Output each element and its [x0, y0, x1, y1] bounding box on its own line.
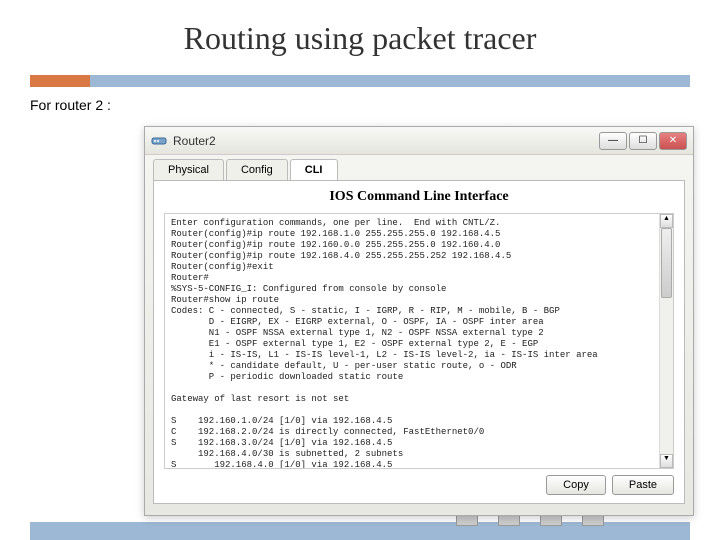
minimize-button[interactable]: — [599, 132, 627, 150]
cli-output[interactable]: Enter configuration commands, one per li… [165, 214, 673, 469]
copy-button[interactable]: Copy [546, 475, 606, 495]
cli-title: IOS Command Line Interface [154, 181, 684, 209]
cli-area: Enter configuration commands, one per li… [164, 213, 674, 469]
close-button[interactable]: ✕ [659, 132, 687, 150]
window-controls: — ☐ ✕ [599, 132, 687, 150]
scroll-thumb[interactable] [661, 228, 672, 298]
router-window: Router2 — ☐ ✕ Physical Config CLI IOS Co… [144, 126, 694, 516]
tab-physical[interactable]: Physical [153, 159, 224, 180]
window-title: Router2 [173, 134, 599, 148]
router-icon [151, 133, 167, 149]
tab-cli[interactable]: CLI [290, 159, 338, 180]
scroll-down-button[interactable]: ▼ [660, 454, 673, 468]
tab-row: Physical Config CLI [145, 155, 693, 180]
slide-title: Routing using packet tracer [0, 0, 720, 67]
scroll-up-button[interactable]: ▲ [660, 214, 673, 228]
titlebar: Router2 — ☐ ✕ [145, 127, 693, 155]
maximize-button[interactable]: ☐ [629, 132, 657, 150]
tab-config[interactable]: Config [226, 159, 288, 180]
accent-blue [90, 75, 690, 87]
accent-bar [30, 75, 690, 87]
accent-orange [30, 75, 90, 87]
paste-button[interactable]: Paste [612, 475, 674, 495]
slide-label: For router 2 : [0, 97, 720, 113]
tab-body: IOS Command Line Interface Enter configu… [153, 180, 685, 504]
bottom-accent [30, 522, 690, 540]
cli-button-row: Copy Paste [154, 475, 684, 495]
cli-scrollbar[interactable]: ▲ ▼ [659, 214, 673, 468]
